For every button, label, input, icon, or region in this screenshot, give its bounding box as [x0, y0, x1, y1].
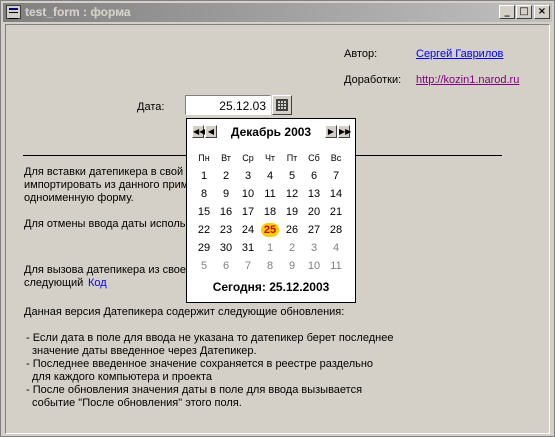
author-label: Автор: [344, 48, 378, 60]
calendar-day[interactable]: 5 [281, 169, 303, 183]
calendar-day[interactable]: 11 [325, 259, 347, 273]
b3-line1: - После обновления значения даты в поле … [26, 384, 363, 396]
calendar-day[interactable]: 6 [303, 169, 325, 183]
p3-line1: Для вызова датепикера из свое [24, 264, 187, 276]
calendar-day[interactable]: 21 [325, 205, 347, 219]
p3-line2: следующий [24, 277, 84, 289]
weekday-label: Вт [221, 153, 231, 163]
b2-line1: - Последнее введенное значение сохраняет… [26, 358, 374, 370]
window-title: test_form : форма [25, 5, 131, 19]
prev-year-button[interactable]: ◀◀ [192, 125, 205, 138]
calendar-day[interactable]: 22 [193, 223, 215, 237]
calendar-day[interactable]: 8 [193, 187, 215, 201]
prev-month-button[interactable]: ◀ [205, 125, 217, 138]
b3-line2: событие "После обновления" этого поля. [32, 397, 242, 409]
calendar-day[interactable]: 13 [303, 187, 325, 201]
calendar-day[interactable]: 23 [215, 223, 237, 237]
calendar-day[interactable]: 3 [303, 241, 325, 255]
p4-line1: Данная версия Датепикера содержит следую… [24, 306, 345, 318]
author-link[interactable]: Сергей Гаврилов [416, 48, 503, 60]
weekday-label: Ср [242, 153, 254, 163]
calendar-day[interactable]: 10 [303, 259, 325, 273]
form-icon[interactable] [6, 5, 21, 19]
weekday-label: Вс [330, 153, 342, 163]
weekday-label: Сб [308, 153, 320, 163]
calendar-day[interactable]: 2 [281, 241, 303, 255]
minimize-button[interactable]: _ [499, 5, 515, 19]
b2-line2: для каждого компьютера и проекта [32, 371, 212, 383]
calendar-day[interactable]: 30 [215, 241, 237, 255]
calendar-day[interactable]: 3 [237, 169, 259, 183]
calendar-day[interactable]: 12 [281, 187, 303, 201]
calendar-day[interactable]: 4 [325, 241, 347, 255]
date-label: Дата: [137, 101, 165, 113]
calendar-day[interactable]: 11 [259, 187, 281, 201]
month-year-label: Декабрь 2003 [230, 125, 312, 139]
calendar-day[interactable]: 10 [237, 187, 259, 201]
p2-line1: Для отмены ввода даты исполь [24, 218, 186, 230]
calendar-header: ◀◀ ◀ Декабрь 2003 ▶ ▶▶ [187, 119, 355, 145]
calendar-day[interactable]: 28 [325, 223, 347, 237]
maximize-button[interactable]: □ [516, 5, 532, 19]
calendar-day[interactable]: 4 [259, 169, 281, 183]
p1-line1: Для вставки датепикера в свой [24, 166, 184, 178]
calendar-day[interactable]: 19 [281, 205, 303, 219]
calendar-icon [276, 99, 288, 111]
datepicker-popup: ◀◀ ◀ Декабрь 2003 ▶ ▶▶ Пн Вт Ср Чт Пт Сб Вс 12… [186, 118, 356, 303]
weekday-label: Пт [286, 153, 298, 163]
calendar-day[interactable]: 9 [215, 187, 237, 201]
calendar-day[interactable]: 16 [215, 205, 237, 219]
next-month-button[interactable]: ▶ [325, 125, 337, 138]
mods-label: Доработки: [344, 74, 402, 86]
calendar-day[interactable]: 1 [193, 169, 215, 183]
calendar-day[interactable]: 7 [237, 259, 259, 273]
calendar-day[interactable]: 26 [281, 223, 303, 237]
b1-line1: - Если дата в поле для ввода не указана … [26, 332, 394, 344]
today-button[interactable]: Сегодня: 25.12.2003 [187, 280, 355, 294]
calendar-day[interactable]: 9 [281, 259, 303, 273]
calendar-day[interactable]: 24 [237, 223, 259, 237]
calendar-day[interactable]: 1 [259, 241, 281, 255]
calendar-day[interactable]: 8 [259, 259, 281, 273]
calendar-day[interactable]: 18 [259, 205, 281, 219]
datepicker-button[interactable] [272, 95, 292, 115]
calendar-day[interactable]: 27 [303, 223, 325, 237]
b1-line2: значение даты введенное через Датепикер. [32, 345, 257, 357]
calendar-day[interactable]: 6 [215, 259, 237, 273]
date-input[interactable]: 25.12.03 [185, 95, 271, 115]
code-link[interactable]: Код [88, 277, 107, 290]
mods-link[interactable]: http://kozin1.narod.ru [416, 74, 519, 86]
calendar-day[interactable]: 15 [193, 205, 215, 219]
title-bar[interactable]: test_form : форма _ □ × [3, 3, 552, 22]
calendar-day[interactable]: 2 [215, 169, 237, 183]
calendar-day[interactable]: 14 [325, 187, 347, 201]
calendar-day[interactable]: 20 [303, 205, 325, 219]
calendar-day[interactable]: 31 [237, 241, 259, 255]
close-button[interactable]: × [534, 5, 550, 19]
next-year-button[interactable]: ▶▶ [338, 125, 351, 138]
calendar-day[interactable]: 25 [259, 223, 281, 237]
weekday-label: Чт [264, 153, 276, 163]
weekday-label: Пн [198, 153, 210, 163]
p1-line3: одноименную форму. [24, 192, 134, 204]
calendar-day[interactable]: 17 [237, 205, 259, 219]
form-window: test_form : форма _ □ × Автор: Сергей Га… [0, 0, 555, 437]
p1-line2: импортировать из данного прим [24, 179, 189, 191]
calendar-day[interactable]: 7 [325, 169, 347, 183]
calendar-day[interactable]: 29 [193, 241, 215, 255]
calendar-day[interactable]: 5 [193, 259, 215, 273]
